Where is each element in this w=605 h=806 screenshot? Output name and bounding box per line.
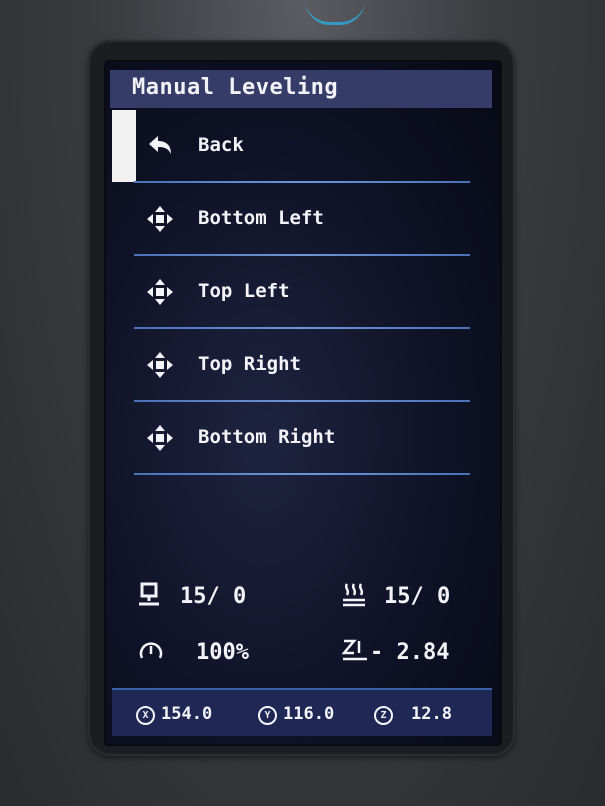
move-icon xyxy=(146,205,174,233)
z-offset-icon xyxy=(341,638,368,670)
y-value: 116.0 xyxy=(283,704,335,724)
menu-item-bottom-left[interactable]: Bottom Left xyxy=(106,183,500,256)
z-position: Z 12.8 xyxy=(374,704,452,725)
nozzle-temp: 15/ 0 xyxy=(384,584,451,609)
printer-logo xyxy=(305,0,365,25)
menu-item-label: Back xyxy=(198,134,244,156)
bed-temp: 15/ 0 xyxy=(180,584,247,609)
y-axis-icon: Y xyxy=(258,706,277,725)
x-axis-icon: X xyxy=(136,706,155,725)
speed-gauge-icon xyxy=(138,638,164,670)
status-panel: 15/ 0 15/ 0 100% - 2.84 xyxy=(106,582,500,692)
x-position: X 154.0 xyxy=(136,704,212,725)
z-value: 12.8 xyxy=(411,704,452,724)
y-position: Y 116.0 xyxy=(258,704,334,725)
nozzle-heat-icon xyxy=(342,582,366,614)
z-offset-value: - 2.84 xyxy=(370,640,450,665)
lcd-screen: Manual Leveling Back Bottom Left Top Lef… xyxy=(104,60,502,746)
bed-icon xyxy=(138,582,160,614)
menu-item-label: Bottom Right xyxy=(198,426,336,448)
x-value: 154.0 xyxy=(161,704,213,724)
menu-item-label: Top Right xyxy=(198,353,301,375)
move-icon xyxy=(146,424,174,452)
divider xyxy=(134,473,470,475)
move-icon xyxy=(146,278,174,306)
menu-list: Back Bottom Left Top Left Top Right Bott… xyxy=(106,110,500,475)
menu-item-label: Top Left xyxy=(198,280,290,302)
menu-item-bottom-right[interactable]: Bottom Right xyxy=(106,402,500,475)
selection-indicator xyxy=(112,110,136,182)
page-title: Manual Leveling xyxy=(132,75,339,100)
z-axis-icon: Z xyxy=(374,706,393,725)
back-arrow-icon xyxy=(146,132,174,160)
menu-item-back[interactable]: Back xyxy=(106,110,500,183)
coordinate-bar: X 154.0 Y 116.0 Z 12.8 xyxy=(112,688,492,736)
menu-item-top-left[interactable]: Top Left xyxy=(106,256,500,329)
menu-item-top-right[interactable]: Top Right xyxy=(106,329,500,402)
move-icon xyxy=(146,351,174,379)
menu-item-label: Bottom Left xyxy=(198,207,324,229)
speed-percent: 100% xyxy=(196,640,249,665)
